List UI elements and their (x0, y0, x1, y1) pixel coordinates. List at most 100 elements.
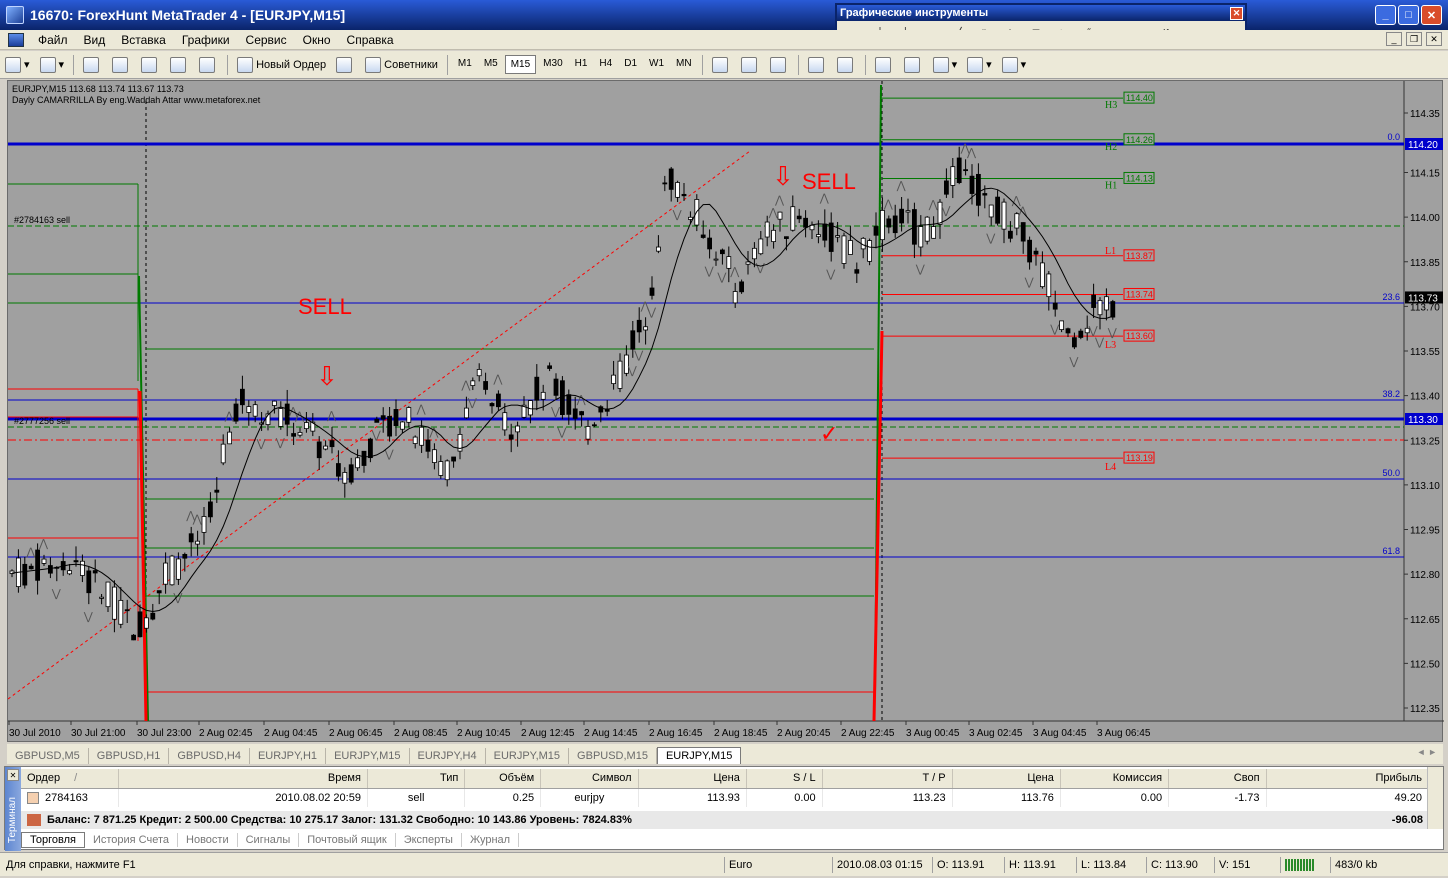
candle-body (188, 533, 194, 543)
terminal-tab[interactable]: Новости (178, 833, 238, 847)
price-tick-label: 114.35 (1410, 109, 1440, 120)
candle-body (880, 210, 885, 241)
star-icon (141, 56, 158, 73)
zoom-in-button[interactable] (805, 54, 830, 76)
line-chart-button[interactable] (767, 54, 792, 76)
chart-tab[interactable]: EURJPY,M15 (656, 747, 742, 764)
menu-view[interactable]: Вид (76, 33, 114, 47)
periods-button[interactable]: ▾ (964, 54, 995, 76)
profiles-button[interactable]: ▾ (37, 54, 68, 76)
candle-body (592, 424, 597, 427)
terminal-tab[interactable]: Почтовый ящик (299, 833, 396, 847)
chart-tab[interactable]: EURJPY,M15 (326, 748, 410, 764)
timeframe-mn[interactable]: MN (671, 55, 697, 74)
column-header[interactable]: Своп (1168, 769, 1267, 789)
price-chart[interactable]: 114.35 114.15 114.00 113.85 113.70 113.55 113.… (7, 80, 1444, 743)
order-cell: 113.93 (638, 788, 747, 807)
fractal-up-icon: ⋀ (774, 194, 785, 207)
order-row[interactable]: 2784163 2010.08.02 20:59 sell 0.25 eurjpy 113… (21, 788, 1430, 807)
column-header[interactable]: Тип (367, 769, 466, 789)
candle-body (124, 609, 130, 612)
chart-tab[interactable]: EURJPY,M15 (486, 748, 570, 764)
market-watch-button[interactable] (80, 54, 105, 76)
new-chart-button[interactable]: ▾ (2, 54, 33, 76)
time-tick-label: 30 Jul 2010 (9, 728, 61, 739)
chart-window-icon[interactable] (8, 32, 24, 47)
terminal-scrollbar[interactable] (1427, 767, 1443, 829)
timeframe-m5[interactable]: M5 (479, 55, 503, 74)
terminal-close-button[interactable]: ✕ (7, 769, 19, 781)
terminal-tab[interactable]: Журнал (462, 833, 520, 847)
indicators-button[interactable]: ▾ (930, 54, 961, 76)
fractal-up-icon: ⋀ (25, 546, 36, 559)
candle-body (892, 215, 898, 234)
data-window-button[interactable] (109, 54, 134, 76)
menu-file[interactable]: Файл (30, 33, 76, 47)
column-header[interactable]: Прибыль (1266, 769, 1430, 789)
minimize-button[interactable]: _ (1375, 5, 1396, 25)
chart-tab[interactable]: GBPUSD,H1 (89, 748, 170, 764)
chart-tab[interactable]: GBPUSD,M15 (569, 748, 657, 764)
mdi-close-button[interactable]: ✕ (1426, 32, 1442, 46)
column-header[interactable]: Объём (464, 769, 542, 789)
templates-button[interactable]: ▾ (999, 54, 1030, 76)
column-header[interactable]: Ордер / (21, 769, 119, 789)
navigator-button[interactable] (138, 54, 163, 76)
close-button[interactable]: ✕ (1421, 5, 1442, 25)
column-header[interactable]: S / L (746, 769, 823, 789)
timeframe-m1[interactable]: M1 (453, 55, 477, 74)
zoom-out-button[interactable] (834, 54, 859, 76)
chart-tab[interactable]: EURJPY,H4 (410, 748, 486, 764)
timeframe-h1[interactable]: H1 (570, 55, 593, 74)
column-header[interactable]: Цена (638, 769, 747, 789)
time-tick-label: 2 Aug 04:45 (264, 728, 318, 739)
chart-shift-button[interactable] (901, 54, 926, 76)
chart-tab[interactable]: GBPUSD,M5 (7, 748, 89, 764)
timeframe-w1[interactable]: W1 (644, 55, 669, 74)
app-icon (6, 6, 24, 24)
chart-header-indicator: Dayly CAMARRILLA By eng.Waddah Attar www… (12, 95, 261, 105)
candle-body (1020, 222, 1026, 242)
column-header[interactable]: Комиссия (1060, 769, 1170, 789)
menu-help[interactable]: Справка (339, 33, 402, 47)
autoscroll-button[interactable] (872, 54, 897, 76)
terminal-tab[interactable]: Эксперты (396, 833, 462, 847)
menu-tools[interactable]: Сервис (238, 33, 295, 47)
experts-button[interactable]: Советники (362, 54, 441, 76)
menu-insert[interactable]: Вставка (113, 33, 174, 47)
meta-editor-button[interactable] (333, 54, 358, 76)
tester-button[interactable] (196, 54, 221, 76)
column-header[interactable]: Цена (952, 769, 1061, 789)
bar-chart-button[interactable] (709, 54, 734, 76)
terminal-button[interactable] (167, 54, 192, 76)
terminal-tab[interactable]: Торговля (21, 832, 85, 848)
candle-body (1072, 337, 1077, 348)
column-header[interactable]: Время (118, 769, 368, 789)
fractal-down-icon: ⋁ (172, 591, 183, 604)
tab-scroll-arrows[interactable]: ◄ ► (1417, 747, 1437, 757)
candle-body (380, 415, 386, 420)
timeframe-d1[interactable]: D1 (619, 55, 642, 74)
menu-charts[interactable]: Графики (174, 33, 238, 47)
terminal-tab[interactable]: Сигналы (238, 833, 300, 847)
timeframe-h4[interactable]: H4 (594, 55, 617, 74)
menu-window[interactable]: Окно (295, 33, 339, 47)
mdi-restore-button[interactable]: ❐ (1406, 32, 1422, 46)
maximize-button[interactable]: □ (1398, 5, 1419, 25)
column-header[interactable]: Символ (540, 769, 639, 789)
graph-tools-close-button[interactable]: ✕ (1230, 6, 1243, 20)
candle-body (969, 175, 975, 194)
chart-canvas[interactable]: 114.35114.15114.00113.85113.70113.55113.… (8, 81, 1444, 743)
candle-body (156, 590, 162, 594)
candle-chart-button[interactable] (738, 54, 763, 76)
timeframe-m15[interactable]: M15 (504, 55, 537, 74)
mdi-minimize-button[interactable]: _ (1386, 32, 1402, 46)
candle-body (713, 258, 719, 261)
chart-tab[interactable]: EURJPY,H1 (250, 748, 327, 764)
price-tick-label: 113.55 (1410, 347, 1440, 358)
chart-tab[interactable]: GBPUSD,H4 (169, 748, 250, 764)
terminal-tab[interactable]: История Счета (85, 833, 179, 847)
timeframe-m30[interactable]: M30 (538, 55, 567, 74)
column-header[interactable]: T / P (822, 769, 953, 789)
new-order-button[interactable]: Новый Ордер (234, 54, 329, 76)
